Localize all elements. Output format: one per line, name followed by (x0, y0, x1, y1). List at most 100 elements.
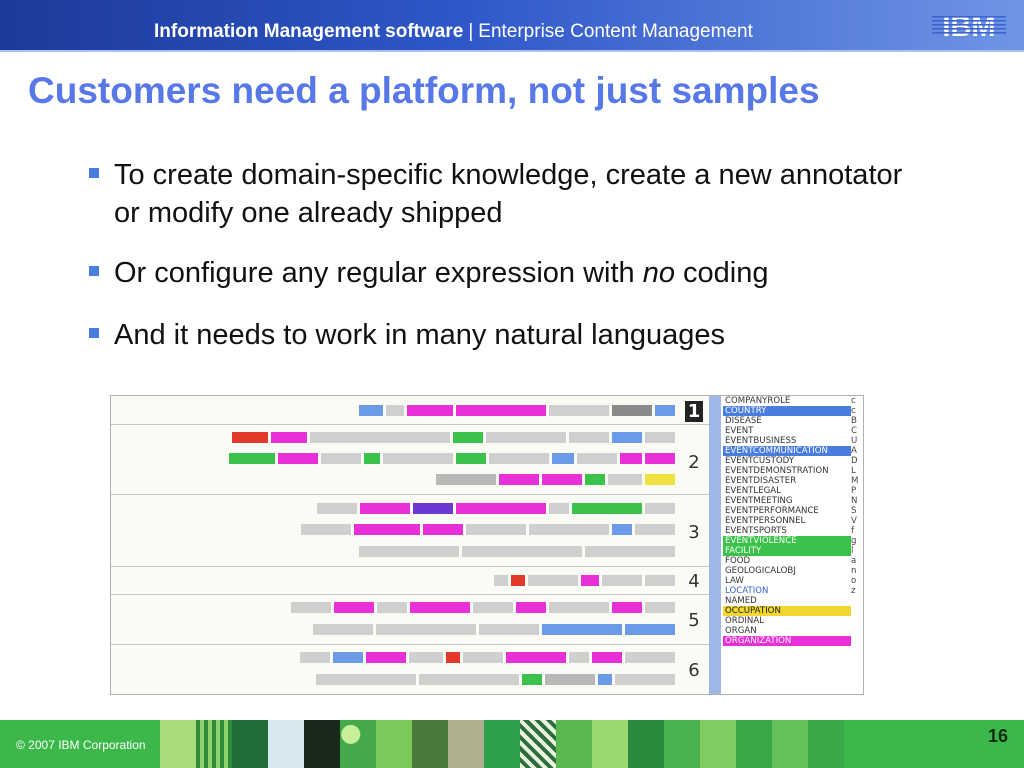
type-list-item[interactable]: ORGAN (723, 626, 851, 636)
text-line (316, 672, 675, 686)
bullet-list: To create domain-specific knowledge, cre… (86, 156, 916, 378)
mosaic-tile (376, 720, 412, 768)
type-list-item[interactable]: EVENTVIOLENCE (723, 536, 851, 546)
text-line (317, 501, 675, 515)
side-letter: P (851, 486, 857, 496)
page-number: 16 (988, 726, 1009, 746)
type-list-item[interactable]: EVENTDISASTER (723, 476, 851, 486)
header-bar: Information Management software | Enterpri… (0, 0, 1024, 52)
type-list-item[interactable]: ORDINAL (723, 616, 851, 626)
text-line (359, 403, 675, 417)
text-line (359, 544, 675, 558)
annotation-screenshot: 1 2 3 4 5 6 COMPANYROLE COUNTRY DISEASE … (110, 395, 864, 695)
side-letter: N (851, 496, 858, 506)
type-list-item[interactable]: EVENTPERFORMANCE (723, 506, 851, 516)
annotated-text-area: 1 2 3 4 5 6 (111, 396, 709, 694)
type-list-item[interactable]: GEOLOGICALOBJ (723, 566, 851, 576)
type-list-item[interactable]: EVENTSPORTS (723, 526, 851, 536)
mosaic-tile (340, 720, 376, 768)
mosaic-tile (448, 720, 484, 768)
vertical-scrollbar[interactable] (709, 396, 721, 694)
type-list-item[interactable]: DISEASE (723, 416, 851, 426)
side-letter: M (851, 476, 859, 486)
text-row: 3 (111, 494, 709, 567)
type-list-item[interactable]: ORGANIZATION (723, 636, 851, 646)
header-accent-strip (0, 50, 1024, 52)
text-line (436, 472, 675, 486)
annotation-type-list: COMPANYROLE COUNTRY DISEASE EVENT EVENTB… (723, 396, 851, 694)
text-line (313, 622, 675, 636)
row-number: 1 (685, 401, 703, 422)
type-list-item[interactable]: EVENTBUSINESS (723, 436, 851, 446)
mosaic-tile (304, 720, 340, 768)
text-line (494, 573, 675, 587)
text-row: 2 (111, 424, 709, 495)
row-number: 5 (688, 610, 700, 631)
mosaic-tile (520, 720, 556, 768)
type-list-item[interactable]: EVENTCOMMUNICATION (723, 446, 851, 456)
text-line (301, 522, 675, 536)
type-list-item[interactable]: EVENTMEETING (723, 496, 851, 506)
side-letter: f (851, 526, 855, 536)
bullet-item-3: And it needs to work in many natural lan… (86, 316, 916, 354)
type-list-item[interactable]: EVENT (723, 426, 851, 436)
copyright-text: © 2007 IBM Corporation (16, 738, 146, 752)
row-number: 6 (688, 660, 700, 681)
type-list-item[interactable]: FACILITY (723, 546, 851, 556)
bullet-text-3: And it needs to work in many natural lan… (114, 319, 725, 351)
row-number: 2 (688, 452, 700, 473)
mosaic-tile (232, 720, 268, 768)
text-line (232, 430, 675, 444)
mosaic-tile (592, 720, 628, 768)
header-text: Information Management software | Enterpri… (154, 21, 753, 43)
mosaic-tile (628, 720, 664, 768)
type-list-item[interactable]: EVENTPERSONNEL (723, 516, 851, 526)
footer-image-mosaic (160, 720, 870, 768)
side-letter: D (851, 456, 858, 466)
bullet-item-1: To create domain-specific knowledge, cre… (86, 156, 916, 232)
row-number: 3 (688, 522, 700, 543)
side-letter: V (851, 516, 857, 526)
side-letter: g (851, 536, 857, 546)
side-letter: o (851, 576, 857, 586)
type-list-item[interactable]: COMPANYROLE (723, 396, 851, 406)
type-list-item[interactable]: EVENTLEGAL (723, 486, 851, 496)
mosaic-tile (700, 720, 736, 768)
bullet-square-icon (89, 328, 99, 338)
type-list-item[interactable]: NAMED (723, 596, 851, 606)
mosaic-tile (664, 720, 700, 768)
type-list-side-letters: c c B C U A D L M P N S V f g l a n o z (851, 396, 863, 694)
mosaic-tile (484, 720, 520, 768)
slide-title: Customers need a platform, not just samp… (28, 70, 820, 111)
text-row: 5 (111, 594, 709, 645)
header-separator: | (468, 21, 474, 42)
bullet-text-2a: Or configure any regular expression with (114, 257, 643, 289)
mosaic-tile (556, 720, 592, 768)
mosaic-tile (736, 720, 772, 768)
text-line (300, 650, 675, 664)
bullet-item-2: Or configure any regular expression with… (86, 254, 916, 292)
type-list-item[interactable]: COUNTRY (723, 406, 851, 416)
side-letter: c (851, 396, 856, 406)
bullet-square-icon (89, 168, 99, 178)
header-product-name: Information Management software (154, 21, 464, 42)
bullet-text-2-italic: no (642, 257, 675, 289)
type-list-item[interactable]: LOCATION (723, 586, 851, 596)
bullet-text-2b: coding (674, 257, 769, 289)
text-line (291, 600, 675, 614)
side-letter: z (851, 586, 856, 596)
text-row: 4 (111, 566, 709, 595)
type-list-item[interactable]: EVENTCUSTODY (723, 456, 851, 466)
mosaic-tile (160, 720, 196, 768)
text-row: 6 (111, 644, 709, 694)
side-letter: c (851, 406, 856, 416)
side-letter: n (851, 566, 857, 576)
type-list-item[interactable]: OCCUPATION (723, 606, 851, 616)
type-list-item[interactable]: LAW (723, 576, 851, 586)
header-product-area: Enterprise Content Management (478, 21, 753, 42)
side-letter: A (851, 446, 857, 456)
type-list-item[interactable]: FOOD (723, 556, 851, 566)
text-row: 1 (111, 396, 709, 425)
row-number: 4 (688, 571, 700, 592)
type-list-item[interactable]: EVENTDEMONSTRATION (723, 466, 851, 476)
